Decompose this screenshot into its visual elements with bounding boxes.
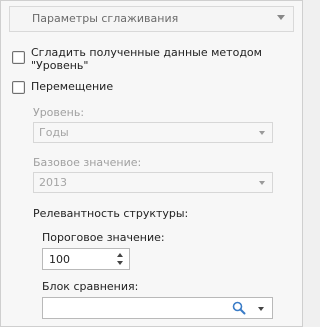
chevron-down-icon[interactable] xyxy=(259,181,265,185)
search-icon[interactable] xyxy=(232,301,246,315)
smoothing-panel: Параметры сглаживания Сгладить полученны… xyxy=(0,0,303,327)
threshold-label: Пороговое значение: xyxy=(42,231,165,244)
level-label: Уровень: xyxy=(33,106,85,119)
level-select[interactable]: Годы xyxy=(33,122,273,143)
chevron-down-icon[interactable] xyxy=(259,131,265,135)
base-value-select[interactable]: 2013 xyxy=(33,172,273,193)
compare-block-label: Блок сравнения: xyxy=(42,280,139,293)
smooth-label-line2: "Уровень" xyxy=(31,59,89,72)
smooth-label-line1: Сгладить полученные данные методом xyxy=(31,46,262,59)
level-value: Годы xyxy=(39,126,69,139)
relevance-label: Релевантность структуры: xyxy=(33,207,189,220)
spin-down-icon[interactable] xyxy=(117,261,123,265)
compare-block-select[interactable] xyxy=(42,297,273,319)
section-title: Параметры сглаживания xyxy=(32,12,179,25)
section-header[interactable]: Параметры сглаживания xyxy=(9,6,294,32)
move-checkbox[interactable] xyxy=(12,81,25,94)
spin-up-icon[interactable] xyxy=(117,253,123,257)
move-label: Перемещение xyxy=(31,80,114,93)
chevron-down-icon[interactable] xyxy=(258,307,264,311)
base-value-value: 2013 xyxy=(39,176,67,189)
chevron-down-icon[interactable] xyxy=(277,15,285,20)
threshold-spinner[interactable]: 100 xyxy=(42,248,130,270)
threshold-value: 100 xyxy=(49,253,70,266)
base-value-label: Базовое значение: xyxy=(33,156,142,169)
smooth-checkbox[interactable] xyxy=(12,51,25,64)
